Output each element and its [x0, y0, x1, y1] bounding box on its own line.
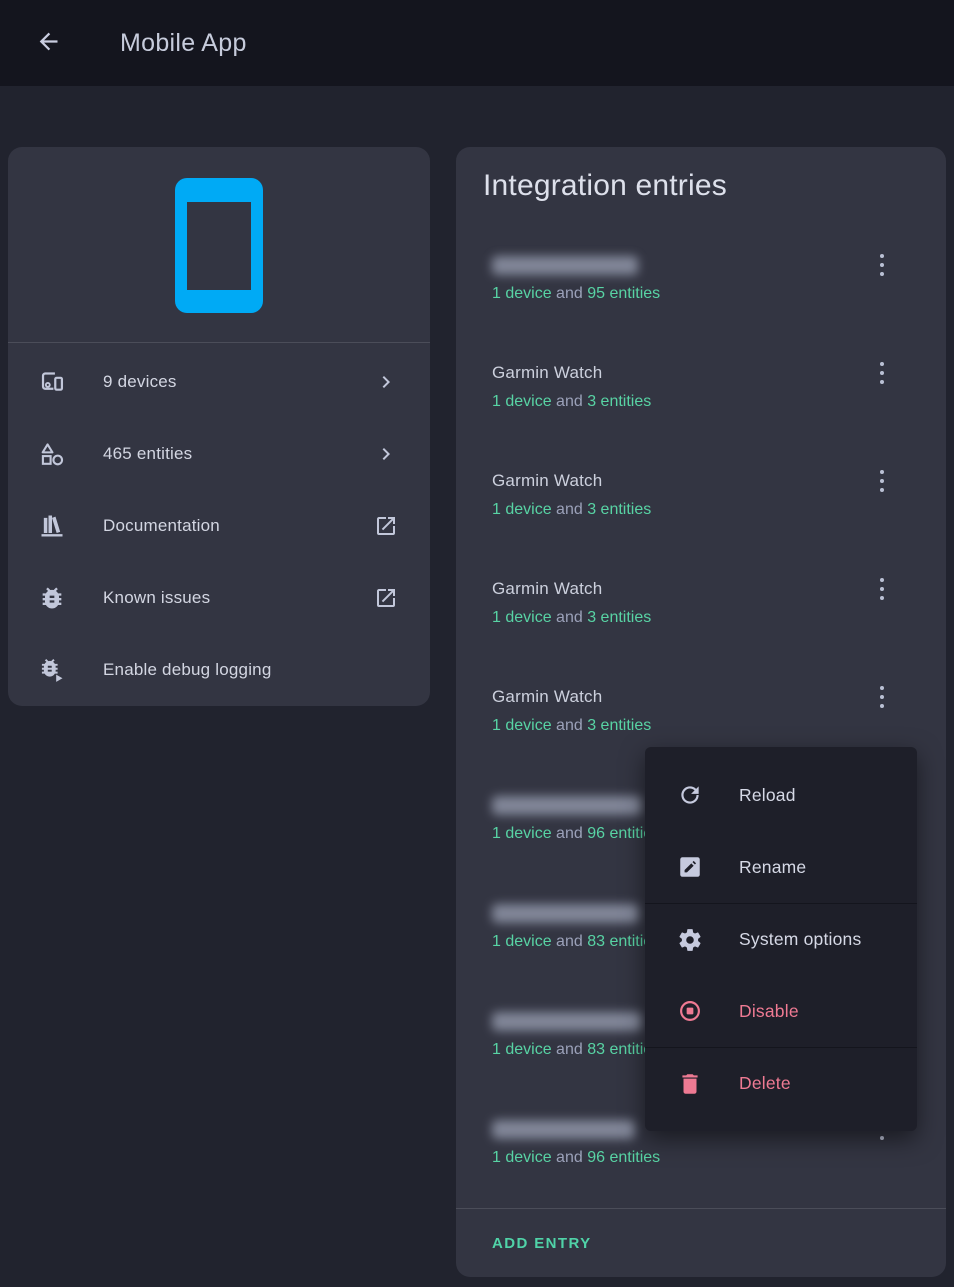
- integration-entry[interactable]: 1 device and 95 entities: [480, 243, 922, 339]
- integration-artwork: [8, 147, 430, 343]
- devices-link[interactable]: 1 device: [492, 285, 552, 302]
- entries-card-title: Integration entries: [483, 169, 727, 203]
- entry-menu-button[interactable]: [862, 353, 902, 393]
- stop-circle-icon: [677, 998, 703, 1024]
- menu-item-system-options[interactable]: System options: [645, 903, 917, 975]
- documentation-link-row[interactable]: Documentation: [8, 490, 430, 562]
- integration-entry[interactable]: Garmin Watch 1 device and 3 entities: [480, 567, 922, 663]
- entry-subtitle: 1 device and 3 entities: [492, 717, 651, 735]
- devices-link[interactable]: 1 device: [492, 393, 552, 410]
- entry-context-menu: Reload Rename System options Disable Del…: [645, 747, 917, 1131]
- arrow-left-icon: [35, 28, 62, 58]
- open-in-new-icon: [374, 514, 398, 538]
- menu-item-reload[interactable]: Reload: [645, 759, 917, 831]
- entities-link[interactable]: 3 entities: [587, 717, 651, 734]
- entry-name-redacted: [492, 796, 642, 815]
- entry-menu-button[interactable]: [862, 245, 902, 285]
- entry-name-redacted: [492, 1120, 635, 1139]
- entry-subtitle: 1 device and 83 entities: [492, 1041, 660, 1059]
- entry-name-redacted: [492, 256, 638, 275]
- rename-box-icon: [677, 854, 703, 880]
- entities-link[interactable]: 3 entities: [587, 393, 651, 410]
- entities-count-label: 465 entities: [103, 444, 192, 464]
- menu-item-rename[interactable]: Rename: [645, 831, 917, 903]
- entities-link[interactable]: 3 entities: [587, 501, 651, 518]
- known-issues-label: Known issues: [103, 588, 210, 608]
- menu-item-delete[interactable]: Delete: [645, 1047, 917, 1119]
- known-issues-link-row[interactable]: Known issues: [8, 562, 430, 634]
- integration-entry[interactable]: Garmin Watch 1 device and 3 entities: [480, 459, 922, 555]
- entry-menu-button[interactable]: [862, 569, 902, 609]
- devices-icon: [38, 368, 66, 396]
- devices-link[interactable]: 1 device: [492, 933, 552, 950]
- entry-menu-button[interactable]: [862, 677, 902, 717]
- entry-name-redacted: [492, 904, 639, 923]
- enable-debug-logging-label: Enable debug logging: [103, 660, 271, 680]
- documentation-label: Documentation: [103, 516, 220, 536]
- info-list: 9 devices 465 entities Documenta: [8, 343, 430, 706]
- devices-count-label: 9 devices: [103, 372, 177, 392]
- devices-link[interactable]: 1 device: [492, 825, 552, 842]
- devices-link[interactable]: 1 device: [492, 1149, 552, 1166]
- integration-info-card: 9 devices 465 entities Documenta: [8, 147, 430, 706]
- integration-entry[interactable]: Garmin Watch 1 device and 3 entities: [480, 351, 922, 447]
- bug-play-icon: [38, 656, 66, 684]
- back-button[interactable]: [24, 19, 72, 67]
- entry-name: Garmin Watch: [492, 579, 602, 599]
- entry-subtitle: 1 device and 83 entities: [492, 933, 660, 951]
- trash-icon: [677, 1071, 703, 1097]
- reload-icon: [677, 782, 703, 808]
- entry-name: Garmin Watch: [492, 471, 602, 491]
- devices-link[interactable]: 1 device: [492, 1041, 552, 1058]
- entry-name-redacted: [492, 1012, 642, 1031]
- entry-name: Garmin Watch: [492, 363, 602, 383]
- bug-icon: [38, 584, 66, 612]
- entry-subtitle: 1 device and 3 entities: [492, 393, 651, 411]
- entry-subtitle: 1 device and 95 entities: [492, 285, 660, 303]
- cellphone-icon: [175, 178, 263, 313]
- add-entry-button[interactable]: ADD ENTRY: [492, 1235, 592, 1252]
- chevron-right-icon: [374, 370, 398, 394]
- entry-subtitle: 1 device and 96 entities: [492, 825, 660, 843]
- entities-link[interactable]: 95 entities: [587, 285, 660, 302]
- entry-subtitle: 1 device and 3 entities: [492, 609, 651, 627]
- entry-subtitle: 1 device and 3 entities: [492, 501, 651, 519]
- devices-link[interactable]: 1 device: [492, 609, 552, 626]
- chevron-right-icon: [374, 442, 398, 466]
- devices-link[interactable]: 1 device: [492, 717, 552, 734]
- shapes-icon: [38, 440, 66, 468]
- enable-debug-logging-row[interactable]: Enable debug logging: [8, 634, 430, 706]
- open-in-new-icon: [374, 586, 398, 610]
- cog-icon: [677, 927, 703, 953]
- entities-link-row[interactable]: 465 entities: [8, 418, 430, 490]
- appbar: Mobile App: [0, 0, 954, 86]
- devices-link-row[interactable]: 9 devices: [8, 346, 430, 418]
- bookshelf-icon: [38, 512, 66, 540]
- menu-item-disable[interactable]: Disable: [645, 975, 917, 1047]
- entities-link[interactable]: 96 entities: [587, 1149, 660, 1166]
- entry-menu-button[interactable]: [862, 461, 902, 501]
- page-title: Mobile App: [120, 29, 247, 58]
- entities-link[interactable]: 3 entities: [587, 609, 651, 626]
- devices-link[interactable]: 1 device: [492, 501, 552, 518]
- entries-card-footer: ADD ENTRY: [456, 1208, 946, 1277]
- entry-name: Garmin Watch: [492, 687, 602, 707]
- entry-subtitle: 1 device and 96 entities: [492, 1149, 660, 1167]
